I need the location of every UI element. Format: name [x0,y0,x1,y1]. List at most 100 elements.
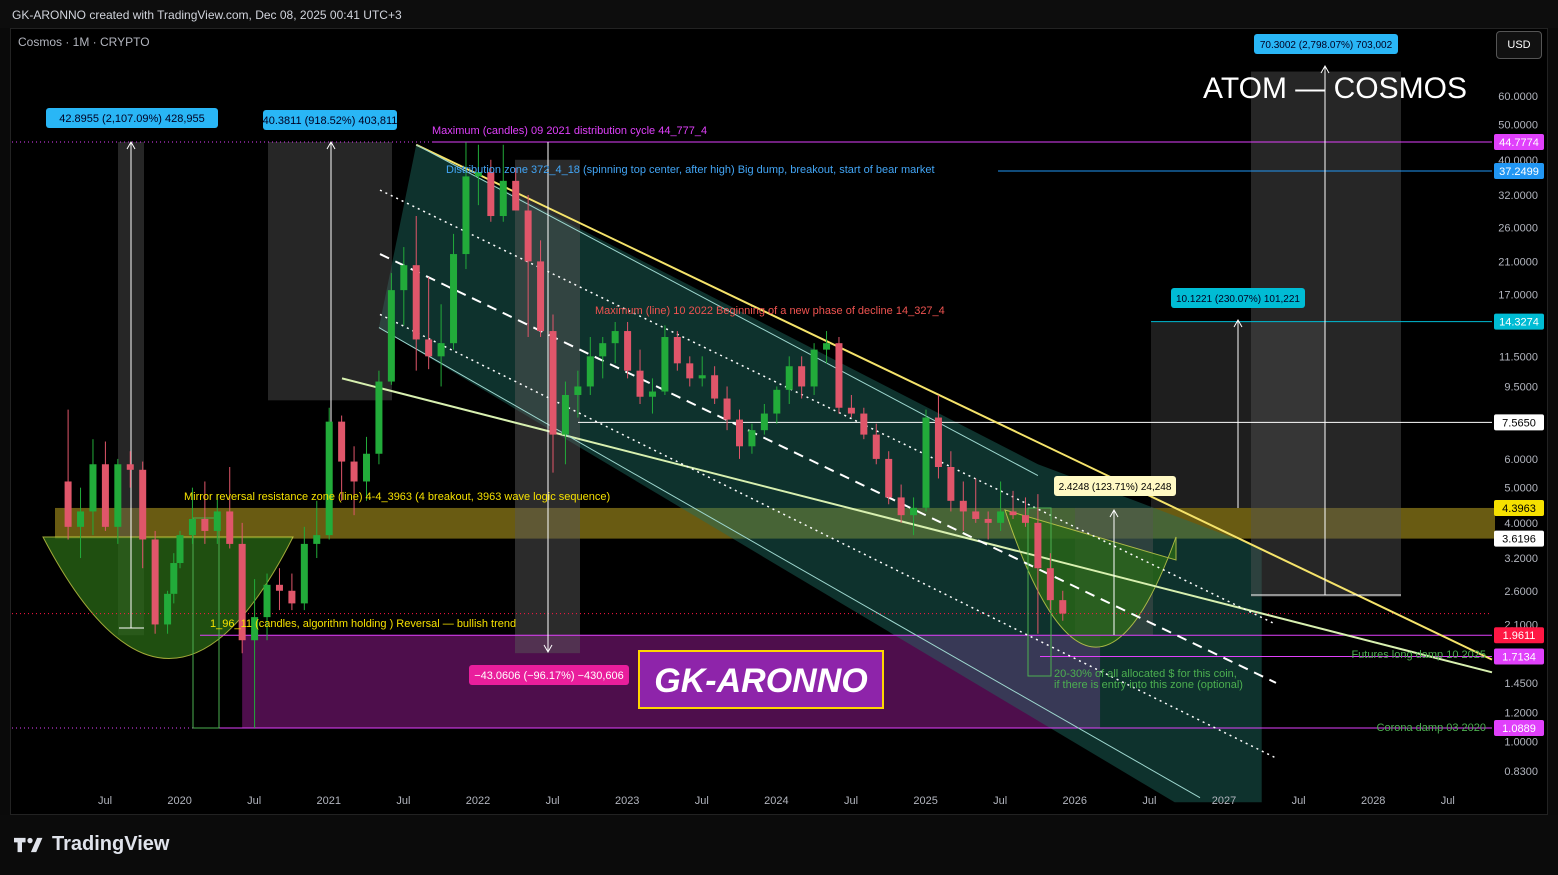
candle-60 [798,366,806,387]
candle-55 [736,419,743,447]
tradingview-logo-icon [14,837,43,852]
candle-54 [723,398,731,420]
y-tick-16: 1.2000 [1504,708,1538,720]
price-label-8: 1.0889 [1502,723,1536,735]
candle-73 [959,500,967,512]
candle-78 [1021,515,1029,523]
candle-80 [1046,568,1054,601]
candle-14 [226,511,234,544]
candle-12 [201,518,209,531]
y-tick-12: 3.2000 [1504,553,1538,565]
x-tick-3: 2021 [317,795,341,807]
tradingview-brand[interactable]: TradingView [14,833,169,856]
footer-brand-text: TradingView [52,833,170,855]
annotation-8: if there is entry into this zone (option… [1054,679,1243,691]
candle-4 [114,464,122,527]
price-label-4: 4.3963 [1502,503,1536,515]
candle-81 [1059,600,1067,614]
candle-0 [64,481,72,527]
candle-45 [611,331,619,344]
candle-68 [897,497,905,516]
candle-47 [636,370,644,397]
candle-61 [810,349,818,387]
candle-3 [101,464,109,527]
y-tick-8: 9.5000 [1504,381,1538,393]
candle-51 [686,363,694,379]
measure-label-3: 70.3002 (2,798.07%) 703,002 [1260,40,1393,51]
price-label-2: 14.3274 [1499,317,1539,329]
annotation-3: Mirror reversal resistance zone (line) 4… [184,491,610,503]
candle-39 [537,261,545,332]
candle-26 [375,381,383,454]
candle-50 [673,337,681,364]
x-tick-11: 2025 [913,795,937,807]
x-tick-9: 2024 [764,795,788,807]
candle-13 [213,511,221,531]
measure-label-4: 10.1221 (230.07%) 101,221 [1176,294,1300,305]
candle-71 [934,417,942,468]
price-label-6: 1.9611 [1503,630,1536,642]
candle-30 [425,339,433,357]
candle-27 [387,290,395,382]
annotation-2: Maximum (line) 10 2022 Beginning of a ne… [595,305,945,317]
range-box-6 [1251,71,1401,597]
candle-38 [524,210,532,262]
candle-67 [885,458,893,498]
candle-59 [785,366,793,390]
candle-72 [947,467,955,501]
x-tick-5: 2022 [466,795,490,807]
candle-43 [586,356,594,387]
y-tick-3: 32.0000 [1498,190,1538,202]
candle-32 [450,254,458,344]
x-tick-12: Jul [993,795,1007,807]
x-tick-16: Jul [1292,795,1306,807]
candle-66 [872,434,880,459]
candle-9 [170,563,178,594]
watermark-text: GK-ARONNO [654,662,867,700]
price-label-3: 7.5650 [1502,417,1536,429]
candle-40 [549,331,557,435]
measure-label-5: 2.4248 (123.71%) 24,248 [1059,482,1172,493]
range-box-2 [268,142,392,401]
annotation-6: Corona damp 03 2020 [1377,722,1486,734]
candle-53 [711,375,719,399]
annotation-4: 1_96_11 (candles, algorithm holding ) Re… [210,618,516,630]
candle-31 [437,343,445,357]
candle-65 [860,413,868,435]
x-tick-4: Jul [396,795,410,807]
candle-64 [847,407,855,414]
candle-76 [997,511,1005,523]
x-tick-17: 2028 [1361,795,1385,807]
candle-52 [698,375,706,379]
candle-20 [300,543,308,604]
y-tick-9: 6.0000 [1504,454,1538,466]
candle-17 [263,584,271,618]
candle-7 [151,539,159,625]
y-tick-6: 17.0000 [1498,290,1538,302]
candle-49 [661,337,669,392]
x-tick-7: 2023 [615,795,639,807]
candle-23 [338,421,346,462]
currency-button[interactable]: USD [1496,31,1542,59]
candle-19 [288,590,296,604]
y-tick-15: 1.4500 [1504,678,1538,690]
chart-svg[interactable]: 60.000050.000040.000032.000026.000021.00… [0,0,1558,875]
x-tick-6: Jul [546,795,560,807]
annotation-5: Futures long damp 10 2025 [1351,649,1486,661]
candle-69 [910,507,918,516]
candle-46 [624,331,632,371]
candle-79 [1034,522,1042,569]
candle-63 [835,343,843,408]
y-tick-11: 4.0000 [1504,518,1538,530]
price-label-7: 1.7134 [1502,652,1536,664]
x-tick-14: Jul [1142,795,1156,807]
candle-44 [599,343,607,357]
candle-62 [823,343,831,350]
symbol-info[interactable]: Cosmos · 1M · CRYPTO [18,35,150,49]
y-tick-18: 0.8300 [1504,766,1538,778]
candle-58 [773,389,781,414]
x-tick-2: Jul [247,795,261,807]
x-tick-10: Jul [844,795,858,807]
candle-2 [89,464,97,512]
candle-1 [77,511,85,527]
